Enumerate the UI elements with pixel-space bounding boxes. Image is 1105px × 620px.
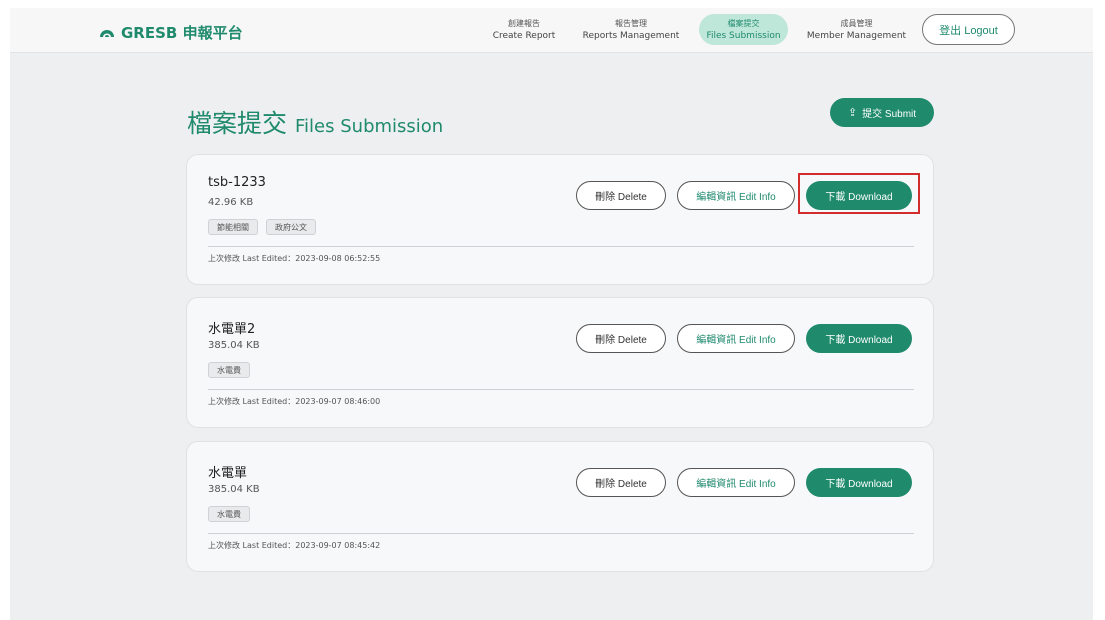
file-tags: 水電費	[208, 506, 250, 522]
delete-button[interactable]: 刪除 Delete	[576, 468, 666, 497]
nav-label-zh: 創建報告	[508, 18, 540, 28]
tag: 節能相關	[208, 219, 258, 235]
page-title: 檔案提交 Files Submission	[187, 104, 443, 140]
edit-info-button[interactable]: 編輯資訊 Edit Info	[677, 181, 795, 210]
brand-name: GRESB 申報平台	[121, 24, 243, 42]
tag: 政府公文	[266, 219, 316, 235]
last-edited: 上次修改 Last Edited：2023-09-07 08:46:00	[208, 397, 381, 406]
file-size: 42.96 KB	[208, 197, 254, 208]
app-frame: GRESB 申報平台 創建報告 Create Report 報告管理 Repor…	[10, 8, 1093, 620]
file-tags: 節能相關 政府公文	[208, 219, 316, 235]
edit-info-button[interactable]: 編輯資訊 Edit Info	[677, 468, 795, 497]
nav-member-management[interactable]: 成員管理 Member Management	[802, 14, 911, 45]
file-tags: 水電費	[208, 362, 250, 378]
file-name: 水電單	[208, 466, 248, 481]
delete-button[interactable]: 刪除 Delete	[576, 181, 666, 210]
brand-logo[interactable]: GRESB 申報平台	[99, 22, 243, 43]
file-name: tsb-1233	[208, 175, 266, 190]
nav-create-report[interactable]: 創建報告 Create Report	[488, 14, 560, 45]
nav-label-zh: 成員管理	[840, 18, 873, 28]
nav-label-en: Create Report	[492, 30, 556, 41]
nav-label-en: Reports Management	[582, 30, 680, 41]
nav-label-en: Member Management	[806, 30, 907, 41]
tag: 水電費	[208, 362, 250, 378]
divider	[208, 246, 914, 247]
file-size: 385.04 KB	[208, 340, 260, 351]
cloud-icon	[100, 30, 114, 37]
logout-button[interactable]: 登出 Logout	[922, 14, 1015, 45]
nav-label-en: Files Submission	[706, 30, 781, 41]
file-card: 水電單2 385.04 KB 水電費 上次修改 Last Edited：2023…	[186, 297, 934, 428]
nav-label-zh: 報告管理	[615, 18, 647, 28]
file-name: 水電單2	[208, 322, 256, 337]
nav-reports-management[interactable]: 報告管理 Reports Management	[576, 14, 686, 45]
file-card: 水電單 385.04 KB 水電費 上次修改 Last Edited：2023-…	[186, 441, 934, 572]
page-title-en: Files Submission	[295, 116, 444, 137]
delete-button[interactable]: 刪除 Delete	[576, 324, 666, 353]
download-button[interactable]: 下載 Download	[806, 324, 912, 353]
submit-button[interactable]: ⇪ 提交 Submit	[830, 98, 934, 127]
submit-label: 提交 Submit	[862, 109, 917, 120]
page-title-zh: 檔案提交	[187, 109, 288, 138]
file-card: tsb-1233 42.96 KB 節能相關 政府公文 上次修改 Last Ed…	[186, 154, 934, 285]
divider	[208, 533, 914, 534]
edit-info-button[interactable]: 編輯資訊 Edit Info	[677, 324, 795, 353]
nav-label-zh: 檔案提交	[727, 18, 760, 28]
download-button[interactable]: 下載 Download	[806, 181, 912, 210]
divider	[208, 389, 914, 390]
upload-icon: ⇪	[847, 107, 858, 119]
last-edited: 上次修改 Last Edited：2023-09-07 08:45:42	[208, 541, 381, 550]
tag: 水電費	[208, 506, 250, 522]
nav-files-submission[interactable]: 檔案提交 Files Submission	[699, 14, 788, 45]
last-edited: 上次修改 Last Edited：2023-09-08 06:52:55	[208, 254, 381, 263]
download-button[interactable]: 下載 Download	[806, 468, 912, 497]
file-size: 385.04 KB	[208, 484, 260, 495]
top-navbar: GRESB 申報平台 創建報告 Create Report 報告管理 Repor…	[10, 8, 1093, 53]
